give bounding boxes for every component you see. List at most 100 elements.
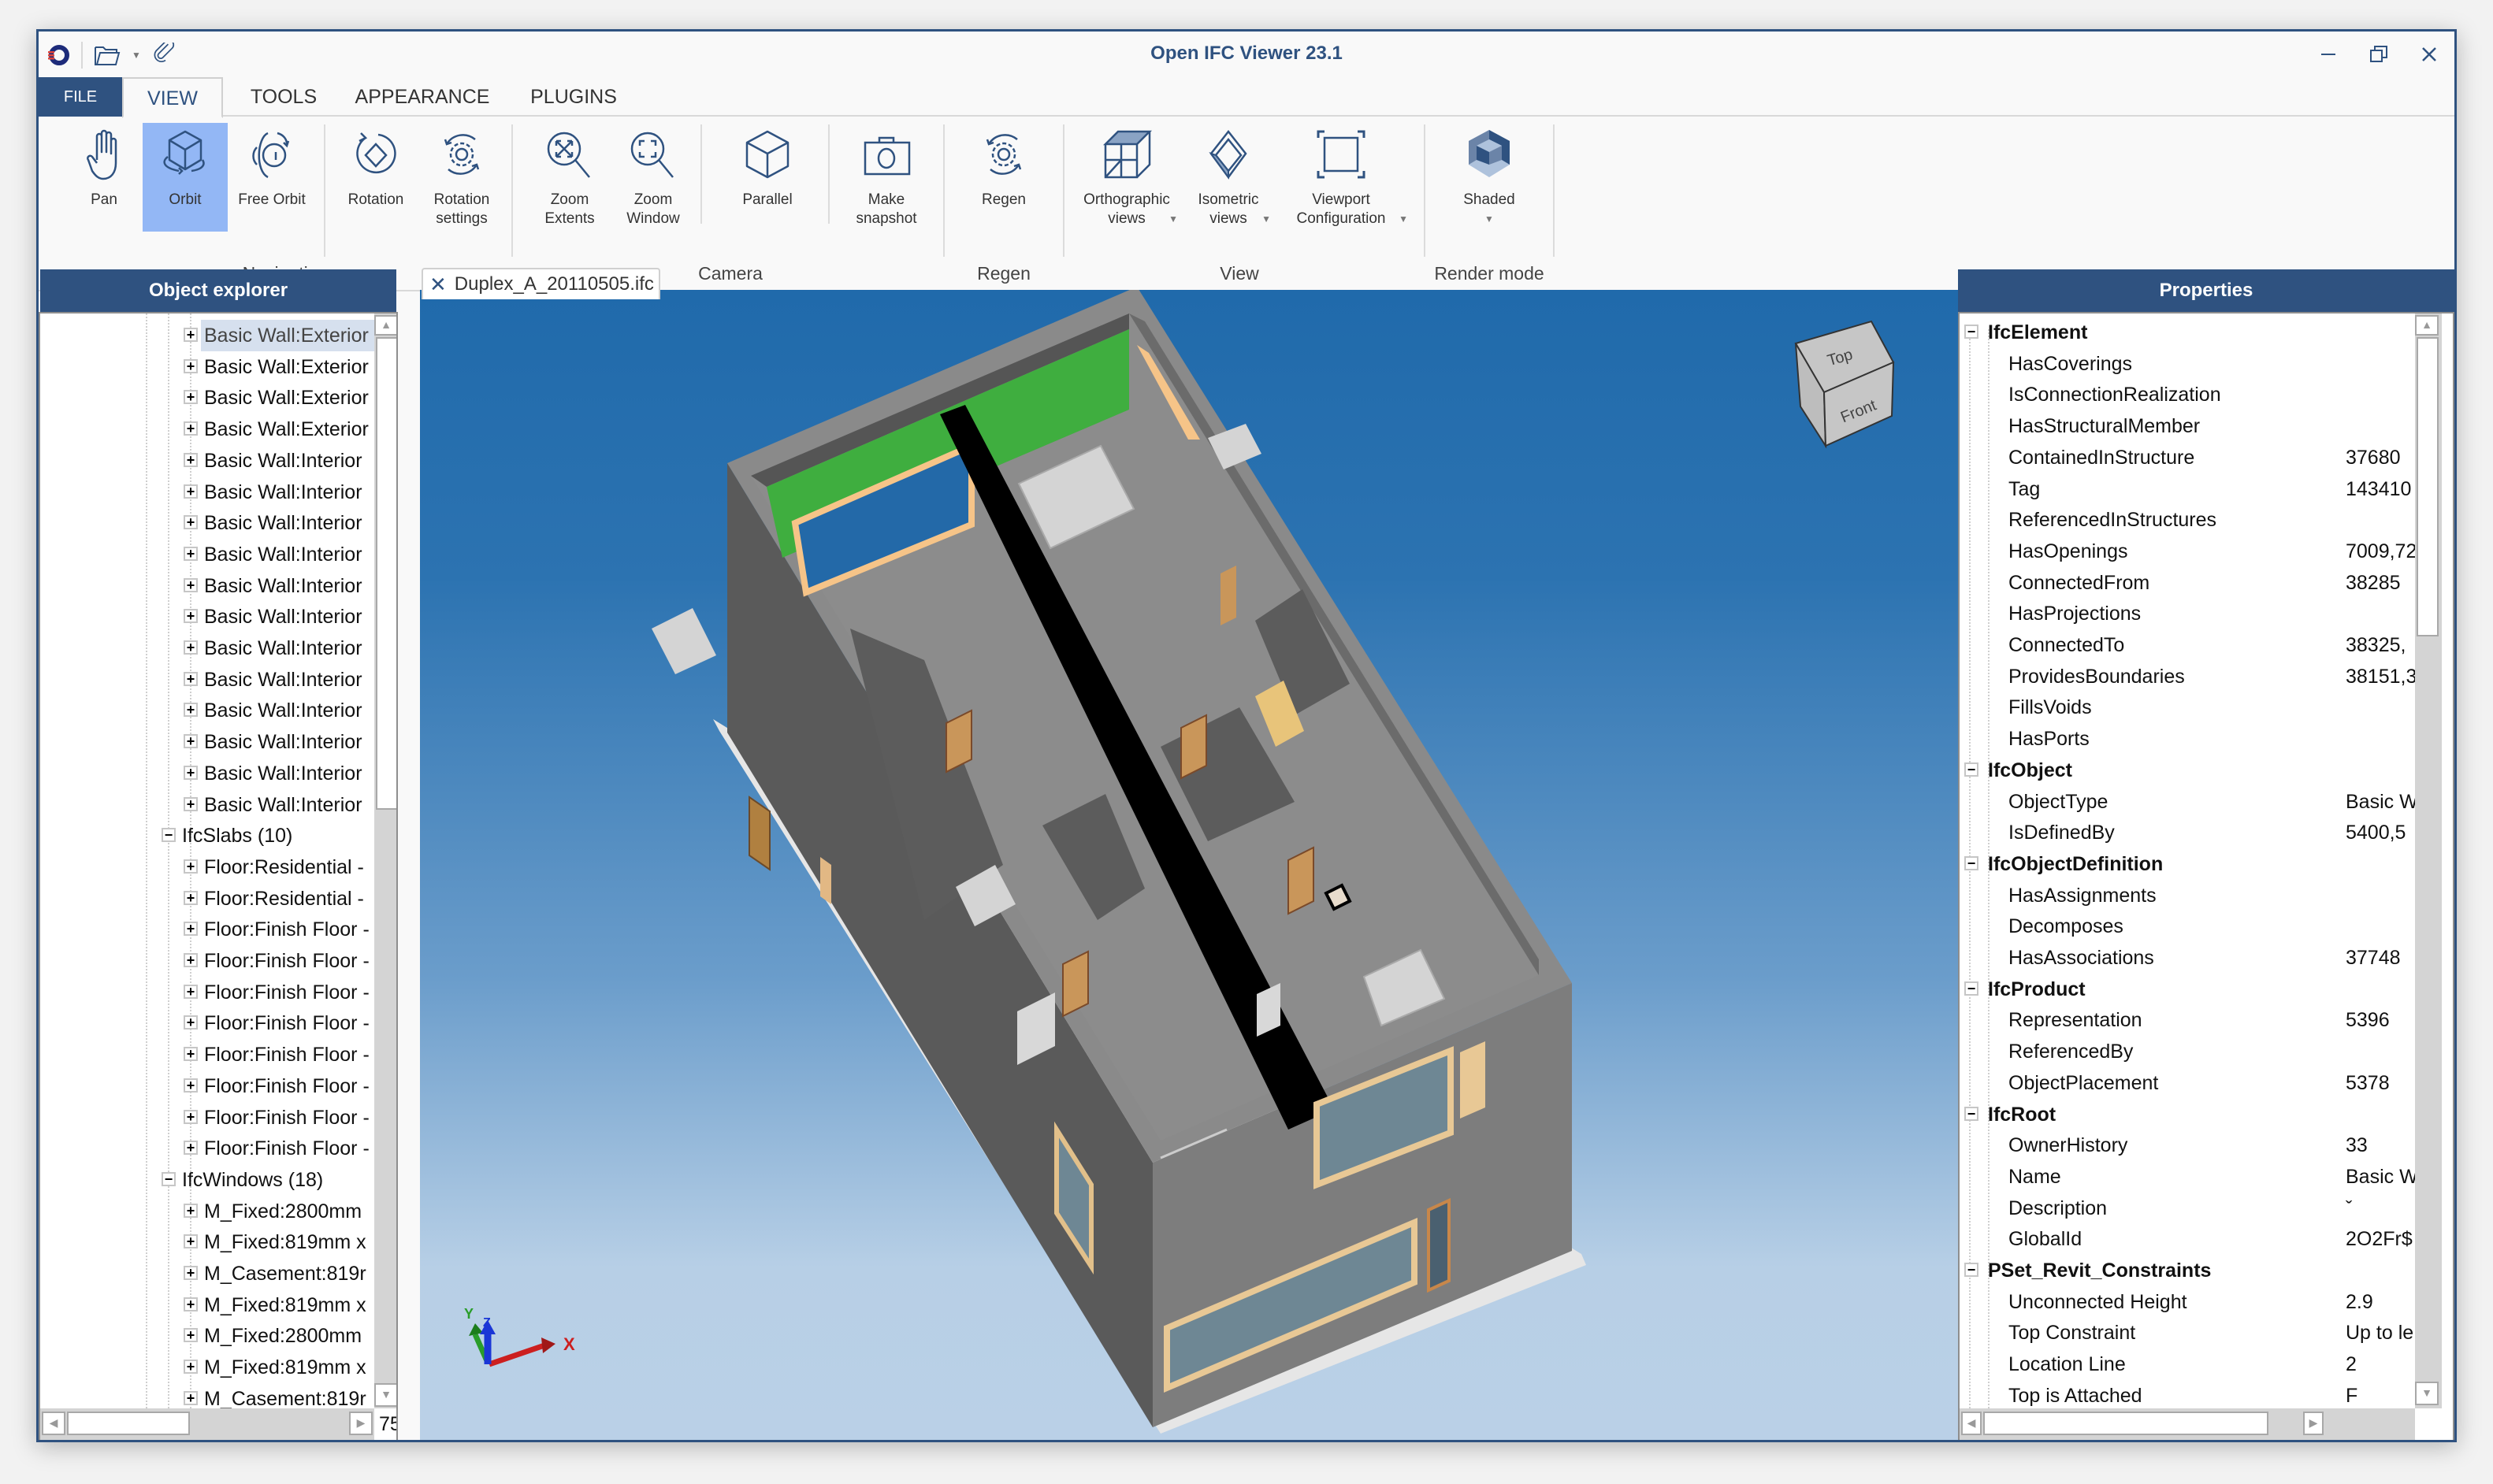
property-row[interactable]: Top Constraint Up to le (1960, 1317, 2453, 1349)
expand-icon[interactable]: + (184, 671, 198, 686)
tree-item[interactable]: + Basic Wall:Exterior (40, 414, 374, 445)
scroll-up-button[interactable]: ▲ (374, 315, 396, 336)
property-row[interactable]: ConnectedFrom 38285 (1960, 567, 2453, 599)
expand-icon[interactable]: + (184, 1078, 198, 1093)
property-row[interactable]: HasAssignments (1960, 880, 2453, 911)
regen-button[interactable]: Regen (953, 123, 1055, 232)
property-row[interactable]: HasAssociations 37748 (1960, 942, 2453, 974)
property-row[interactable]: HasCoverings (1960, 348, 2453, 380)
property-row[interactable]: Decomposes (1960, 911, 2453, 942)
property-row[interactable]: IsConnectionRealization (1960, 379, 2453, 410)
restore-button[interactable] (2354, 36, 2404, 76)
tree-item[interactable]: + Floor:Finish Floor - (40, 945, 374, 977)
property-row[interactable]: Name Basic W (1960, 1161, 2453, 1193)
3d-viewport[interactable]: Top Front X Y Z (420, 290, 1958, 1440)
tree-item[interactable]: + Basic Wall:Exterior (40, 320, 374, 351)
tab-file[interactable]: FILE (39, 77, 122, 117)
property-row[interactable]: Top is Attached F (1960, 1380, 2453, 1412)
tree-item[interactable]: + M_Fixed:2800mm (40, 1320, 374, 1352)
tab-appearance[interactable]: APPEARANCE (347, 77, 497, 117)
property-group[interactable]: − IfcObject (1960, 755, 2453, 786)
scroll-down-button[interactable]: ▼ (2415, 1382, 2439, 1405)
property-row[interactable]: ObjectType Basic W (1960, 786, 2453, 818)
tree-item[interactable]: + M_Fixed:819mm x (40, 1289, 374, 1321)
tree-item[interactable]: + M_Fixed:819mm x (40, 1352, 374, 1383)
property-row[interactable]: GlobalId 2O2Fr$ (1960, 1223, 2453, 1255)
expand-icon[interactable]: + (184, 452, 198, 467)
tree-item[interactable]: + Floor:Finish Floor - (40, 1133, 374, 1164)
scroll-down-button[interactable]: ▼ (374, 1383, 396, 1407)
property-row[interactable]: HasPorts (1960, 723, 2453, 755)
property-row[interactable]: ObjectPlacement 5378 (1960, 1067, 2453, 1099)
scroll-left-button[interactable]: ◀ (1961, 1412, 1982, 1435)
viewport-configuration-button[interactable]: Viewport Configuration ▼ (1274, 123, 1408, 232)
make-snapshot-button[interactable]: Make snapshot (839, 123, 934, 232)
expand-icon[interactable]: + (184, 421, 198, 436)
property-row[interactable]: ProvidesBoundaries 38151,3 (1960, 661, 2453, 692)
collapse-icon[interactable]: − (162, 1171, 176, 1186)
tree-item[interactable]: + Basic Wall:Exterior (40, 382, 374, 414)
expand-icon[interactable]: + (184, 577, 198, 592)
expand-icon[interactable]: + (184, 515, 198, 530)
expand-icon[interactable]: + (184, 1234, 198, 1249)
expand-icon[interactable]: + (184, 859, 198, 874)
collapse-icon[interactable]: − (1964, 1263, 1978, 1277)
tree-item[interactable]: + Basic Wall:Interior (40, 570, 374, 602)
expand-icon[interactable]: + (184, 796, 198, 811)
collapse-icon[interactable]: − (1964, 1106, 1978, 1121)
orbit-button[interactable]: Orbit (143, 123, 228, 232)
zoom-extents-button[interactable]: Zoom Extents (527, 123, 612, 232)
tree-item[interactable]: + Floor:Finish Floor - (40, 1102, 374, 1133)
property-group[interactable]: − IfcElement (1960, 317, 2453, 348)
scrollbar-thumb[interactable] (376, 337, 396, 810)
property-group[interactable]: − PSet_Revit_Constraints (1960, 1255, 2453, 1286)
close-tab-icon[interactable]: ✕ (429, 270, 447, 299)
collapse-icon[interactable]: − (1964, 325, 1978, 339)
property-row[interactable]: FillsVoids (1960, 692, 2453, 723)
rotation-settings-button[interactable]: Rotation settings (418, 123, 505, 232)
tree-item[interactable]: + Basic Wall:Interior (40, 726, 374, 758)
scroll-up-button[interactable]: ▲ (2415, 315, 2439, 336)
expand-icon[interactable]: + (184, 1109, 198, 1124)
tree-item[interactable]: + Floor:Finish Floor - (40, 977, 374, 1008)
tree-category-item[interactable]: − IfcWindows (18) (40, 1164, 374, 1196)
tree-item[interactable]: + Floor:Residential - (40, 851, 374, 883)
expand-icon[interactable]: + (184, 1047, 198, 1062)
expand-icon[interactable]: + (184, 765, 198, 780)
tree-item[interactable]: + Basic Wall:Interior (40, 664, 374, 696)
tree-item[interactable]: + Floor:Finish Floor - (40, 914, 374, 945)
tree-item[interactable]: + Basic Wall:Interior (40, 539, 374, 570)
expand-icon[interactable]: + (184, 609, 198, 624)
tree-item[interactable]: + Basic Wall:Interior (40, 695, 374, 726)
expand-icon[interactable]: + (184, 1297, 198, 1311)
property-row[interactable]: ReferencedBy (1960, 1036, 2453, 1067)
scrollbar-thumb[interactable] (1983, 1412, 2268, 1435)
expand-icon[interactable]: + (184, 358, 198, 373)
tree-item[interactable]: + Basic Wall:Interior (40, 758, 374, 789)
tree-item[interactable]: + M_Casement:819r (40, 1258, 374, 1289)
scroll-left-button[interactable]: ◀ (42, 1412, 65, 1435)
zoom-window-button[interactable]: Zoom Window (612, 123, 694, 232)
tree-item[interactable]: + Basic Wall:Interior (40, 633, 374, 664)
expand-icon[interactable]: + (184, 984, 198, 999)
building-model[interactable]: Top Front X Y Z (420, 290, 1958, 1440)
property-row[interactable]: Description ˇ (1960, 1193, 2453, 1224)
tree-item[interactable]: + Basic Wall:Interior (40, 601, 374, 633)
expand-icon[interactable]: + (184, 1390, 198, 1405)
property-row[interactable]: HasOpenings 7009,72 (1960, 536, 2453, 567)
property-row[interactable]: ContainedInStructure 37680 (1960, 442, 2453, 473)
expand-icon[interactable]: + (184, 703, 198, 718)
expand-icon[interactable]: + (184, 1015, 198, 1030)
tree-item[interactable]: + Floor:Finish Floor - (40, 1039, 374, 1070)
tree-item[interactable]: + Basic Wall:Exterior (40, 351, 374, 383)
property-row[interactable]: Tag 143410 (1960, 473, 2453, 505)
pan-button[interactable]: Pan (65, 123, 143, 232)
expand-icon[interactable]: + (184, 484, 198, 499)
tree-item[interactable]: + Floor:Residential - (40, 883, 374, 915)
expand-icon[interactable]: + (184, 328, 198, 342)
minimize-button[interactable] (2303, 36, 2354, 76)
tree-item[interactable]: + Basic Wall:Interior (40, 445, 374, 477)
tree-item[interactable]: + Basic Wall:Interior (40, 789, 374, 821)
expand-icon[interactable]: + (184, 1328, 198, 1343)
expand-icon[interactable]: + (184, 1360, 198, 1375)
